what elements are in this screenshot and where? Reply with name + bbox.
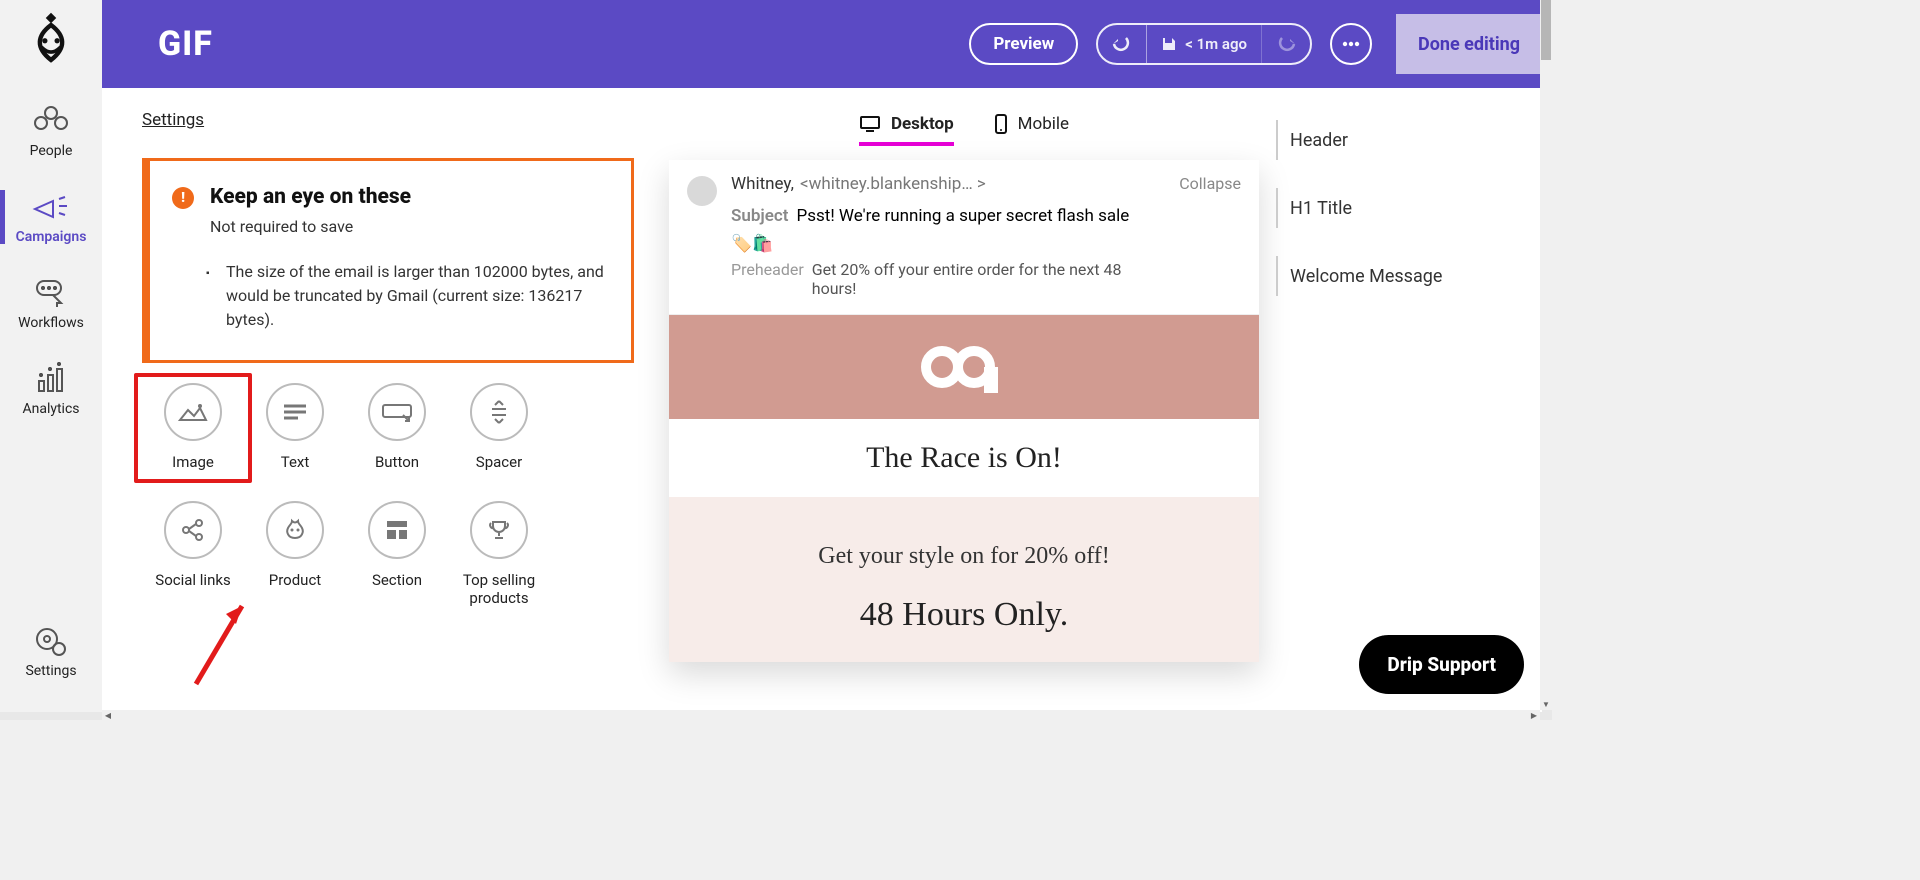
desktop-icon [859, 115, 881, 133]
mobile-icon [994, 114, 1008, 134]
workflow-icon [31, 275, 71, 309]
megaphone-icon [31, 189, 71, 223]
nav-label: Workflows [18, 315, 84, 331]
block-top-selling[interactable]: Top selling products [448, 501, 550, 607]
nav-label: Settings [25, 663, 76, 679]
text-icon [266, 383, 324, 441]
dots-icon [1342, 41, 1360, 47]
outline-item-h1[interactable]: H1 Title [1290, 174, 1532, 242]
scroll-left-icon[interactable]: ◀ [102, 710, 114, 720]
block-social[interactable]: Social links [142, 501, 244, 607]
welcome-line2: 48 Hours Only. [689, 596, 1239, 634]
block-product[interactable]: Product [244, 501, 346, 607]
from-address: <whitney.blankenship… > [800, 174, 986, 194]
warning-card: ! Keep an eye on these Not required to s… [142, 158, 634, 363]
tab-mobile[interactable]: Mobile [994, 106, 1069, 146]
nav-item-workflows[interactable]: Workflows [0, 260, 102, 346]
outline-item-welcome[interactable]: Welcome Message [1290, 242, 1532, 310]
button-icon [368, 383, 426, 441]
block-label: Product [269, 571, 321, 589]
block-palette: Image Text Button [142, 383, 634, 607]
page-title: GIF [158, 24, 213, 64]
from-name: Whitney, [731, 174, 794, 194]
tab-label: Desktop [891, 114, 954, 134]
preview-column: Desktop Mobile Whitney, <whitney.blanke [658, 88, 1270, 712]
top-bar: GIF Preview < 1m ago Done editing [102, 0, 1542, 88]
email-h1-block[interactable]: The Race is On! [669, 419, 1259, 497]
from-line: Whitney, <whitney.blankenship… > [731, 174, 1165, 194]
warning-subtitle: Not required to save [210, 217, 411, 236]
nav-item-settings[interactable]: Settings [0, 608, 102, 694]
scroll-thumb[interactable] [1541, 0, 1551, 60]
preview-button[interactable]: Preview [969, 23, 1078, 65]
left-nav: People Campaigns Workflows Analytics [0, 0, 102, 712]
product-icon [266, 501, 324, 559]
trophy-icon [470, 501, 528, 559]
more-button[interactable] [1330, 23, 1372, 65]
scroll-down-icon[interactable]: ▼ [1540, 698, 1552, 710]
left-panel: Settings ! Keep an eye on these Not requ… [102, 88, 658, 712]
block-button[interactable]: Button [346, 383, 448, 473]
email-preview: Whitney, <whitney.blankenship… > Subject… [669, 160, 1259, 662]
subject-label: Subject [731, 206, 789, 226]
block-label: Social links [155, 571, 230, 589]
save-icon [1161, 36, 1177, 52]
redo-icon [1276, 36, 1296, 52]
email-header-block[interactable] [669, 315, 1259, 419]
nav-label: People [30, 143, 73, 159]
collapse-button[interactable]: Collapse [1179, 174, 1241, 193]
settings-link[interactable]: Settings [142, 110, 204, 130]
tab-desktop[interactable]: Desktop [859, 106, 954, 146]
avatar [687, 176, 717, 206]
horizontal-scrollbar[interactable]: ◀ ▶ [102, 710, 1540, 720]
history-toolbar: < 1m ago [1096, 23, 1312, 65]
analytics-icon [31, 361, 71, 395]
undo-button[interactable] [1098, 25, 1146, 63]
view-tabs: Desktop Mobile [859, 106, 1069, 146]
preheader-label: Preheader [731, 260, 804, 298]
block-text[interactable]: Text [244, 383, 346, 473]
block-section[interactable]: Section [346, 501, 448, 607]
block-label: Button [375, 453, 419, 471]
block-label: Text [281, 453, 310, 471]
welcome-line1: Get your style on for 20% off! [689, 543, 1239, 570]
share-icon [164, 501, 222, 559]
preheader-text: Get 20% off your entire order for the ne… [812, 260, 1165, 298]
people-icon [31, 103, 71, 137]
outline-panel: Header H1 Title Welcome Message [1270, 88, 1542, 712]
email-welcome-block[interactable]: Get your style on for 20% off! 48 Hours … [669, 497, 1259, 662]
nav-label: Analytics [22, 401, 79, 417]
gear-icon [31, 623, 71, 657]
block-label: Spacer [476, 453, 522, 471]
spacer-icon [470, 383, 528, 441]
nav-item-campaigns[interactable]: Campaigns [0, 174, 102, 260]
image-icon [164, 383, 222, 441]
warning-item: The size of the email is larger than 102… [214, 260, 607, 332]
done-editing-button[interactable]: Done editing [1396, 14, 1542, 74]
outline-item-header[interactable]: Header [1290, 106, 1532, 174]
nav-label: Campaigns [16, 229, 87, 245]
subject-emoji: 🏷️🛍️ [731, 234, 773, 254]
redo-button[interactable] [1261, 25, 1310, 63]
nav-item-analytics[interactable]: Analytics [0, 346, 102, 432]
saved-status[interactable]: < 1m ago [1146, 25, 1261, 63]
block-spacer[interactable]: Spacer [448, 383, 550, 473]
warning-icon: ! [172, 187, 194, 209]
section-icon [368, 501, 426, 559]
block-image[interactable]: Image [134, 373, 252, 483]
tab-label: Mobile [1018, 114, 1069, 134]
saved-text: < 1m ago [1185, 35, 1247, 53]
block-label: Top selling products [448, 571, 550, 607]
subject-text: Psst! We're running a super secret flash… [797, 206, 1130, 226]
block-label: Section [372, 571, 422, 589]
nav-item-people[interactable]: People [0, 88, 102, 174]
undo-icon [1112, 36, 1132, 52]
app-logo [30, 12, 72, 66]
scroll-right-icon[interactable]: ▶ [1528, 710, 1540, 720]
warning-title: Keep an eye on these [210, 185, 411, 209]
block-label: Image [172, 453, 214, 471]
support-button[interactable]: Drip Support [1359, 635, 1524, 694]
brand-logo-icon [914, 337, 1014, 397]
vertical-scrollbar[interactable]: ▲ ▼ [1540, 0, 1552, 710]
